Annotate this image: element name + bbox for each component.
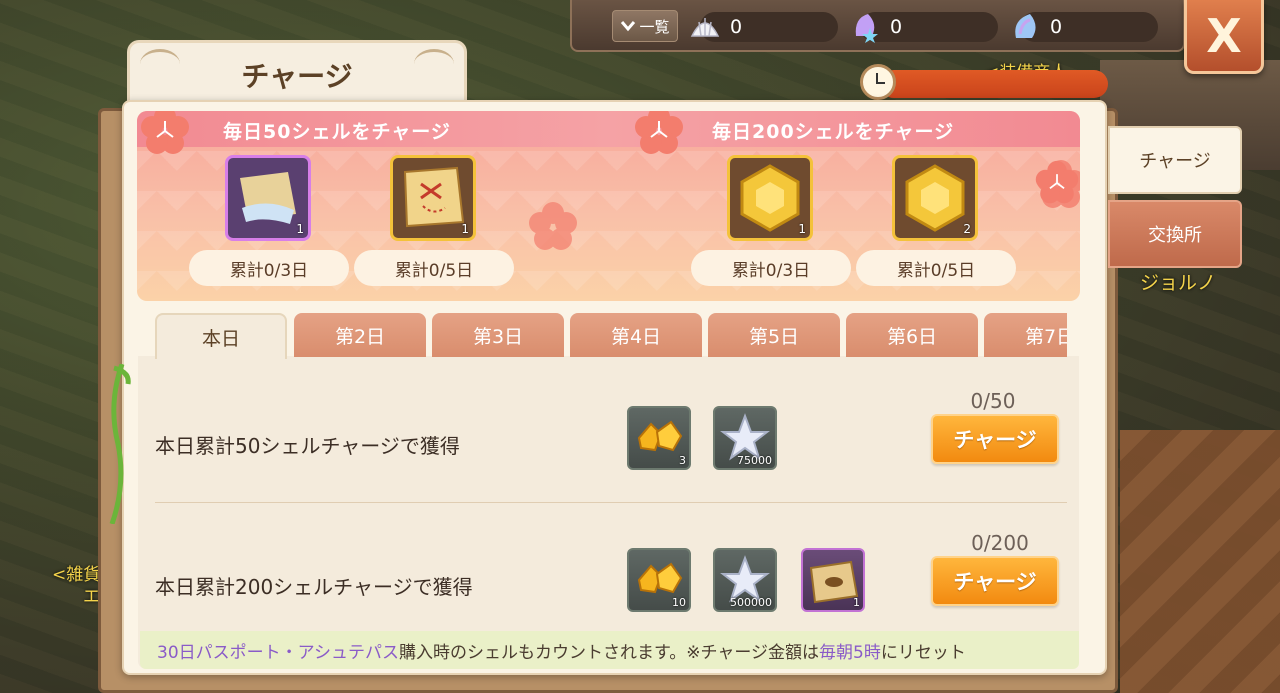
item-count: 75000: [737, 454, 772, 467]
reward-count: 1: [296, 222, 304, 236]
task-label: 本日累計50シェルチャージで獲得: [155, 434, 460, 458]
banner-caption-200: 毎日200シェルをチャージ: [712, 121, 955, 143]
divider: [155, 502, 1067, 503]
side-tab-exchange[interactable]: 交換所: [1108, 200, 1242, 268]
reward-progress: 累計0/3日: [189, 250, 349, 286]
task-item[interactable]: 3: [627, 406, 691, 470]
reward-progress: 累計0/5日: [354, 250, 514, 286]
tab-day-7[interactable]: 第7日: [984, 313, 1067, 357]
task-progress: 0/50: [970, 389, 1016, 413]
shell-count: 0: [730, 16, 743, 38]
item-count: 500000: [730, 596, 772, 609]
spiral-shell-count: 0: [1050, 16, 1063, 38]
npc-label-giorno: ジョルノ: [1140, 272, 1217, 294]
notice-passport: 30日パスポート・アシュテパス: [157, 642, 399, 663]
reward-count: 2: [963, 222, 971, 236]
chevron-down-icon: [621, 21, 636, 32]
list-button[interactable]: 一覧: [612, 10, 678, 42]
timer-bar: [880, 70, 1108, 98]
banner-caption-50: 毎日50シェルをチャージ: [223, 121, 451, 143]
spiral-shell-icon: [1015, 14, 1036, 38]
reward-progress: 累計0/3日: [691, 250, 851, 286]
banner-reward-2[interactable]: 1: [390, 155, 476, 241]
ribbon-decoration: [109, 364, 131, 524]
list-button-label: 一覧: [639, 17, 670, 36]
day-tabs: 本日 第2日 第3日 第4日 第5日 第6日 第7日: [155, 313, 1067, 359]
charge-button[interactable]: チャージ: [931, 556, 1059, 606]
title-tab: チャージ: [127, 40, 467, 104]
background-wooden-structure: [1120, 430, 1280, 693]
task-label: 本日累計200シェルチャージで獲得: [155, 575, 473, 599]
shell-counter: 0: [690, 12, 838, 42]
sakura-icon: [529, 202, 577, 250]
close-icon: X: [1206, 8, 1242, 63]
task-item[interactable]: 1: [801, 548, 865, 612]
reward-count: 1: [798, 222, 806, 236]
clock-icon: [860, 64, 896, 100]
daily-charge-banner: 毎日50シェルをチャージ 毎日200シェルをチャージ 1 1 1 2 累計0/3…: [137, 111, 1080, 301]
reward-count: 1: [461, 222, 469, 236]
notice-bar: 30日パスポート・アシュテパス 購入時のシェルもカウントされます。※チャージ金額…: [140, 631, 1079, 669]
notice-reset-time: 毎朝5時: [819, 642, 881, 663]
task-progress: 0/200: [971, 531, 1029, 555]
tab-day-4[interactable]: 第4日: [570, 313, 702, 357]
item-count: 3: [679, 454, 686, 467]
sakura-icon: [141, 111, 189, 154]
close-button[interactable]: X: [1184, 0, 1264, 74]
spiral-shell-counter: 0: [1015, 12, 1158, 42]
tab-day-5[interactable]: 第5日: [708, 313, 840, 357]
shell-icon: [690, 18, 720, 37]
item-count: 10: [672, 596, 686, 609]
tab-day-3[interactable]: 第3日: [432, 313, 564, 357]
reward-progress: 累計0/5日: [856, 250, 1016, 286]
star-shell-counter: 0: [855, 12, 998, 43]
banner-reward-1[interactable]: 1: [225, 155, 311, 241]
sakura-icon: [1035, 160, 1079, 204]
page-title: チャージ: [241, 60, 353, 93]
item-count: 1: [853, 596, 860, 609]
task-item[interactable]: 75000: [713, 406, 777, 470]
star-shell-icon: [855, 14, 878, 43]
sakura-icon: [635, 111, 683, 154]
side-tab-charge[interactable]: チャージ: [1108, 126, 1242, 194]
charge-button[interactable]: チャージ: [931, 414, 1059, 464]
tab-today[interactable]: 本日: [155, 313, 287, 359]
banner-reward-3[interactable]: 1: [727, 155, 813, 241]
tab-day-2[interactable]: 第2日: [294, 313, 426, 357]
task-item[interactable]: 500000: [713, 548, 777, 612]
notice-text-2: にリセット: [880, 642, 966, 663]
task-item[interactable]: 10: [627, 548, 691, 612]
banner-reward-4[interactable]: 2: [892, 155, 978, 241]
notice-text-1: 購入時のシェルもカウントされます。※チャージ金額は: [398, 642, 819, 663]
star-shell-count: 0: [890, 16, 903, 38]
tab-day-6[interactable]: 第6日: [846, 313, 978, 357]
